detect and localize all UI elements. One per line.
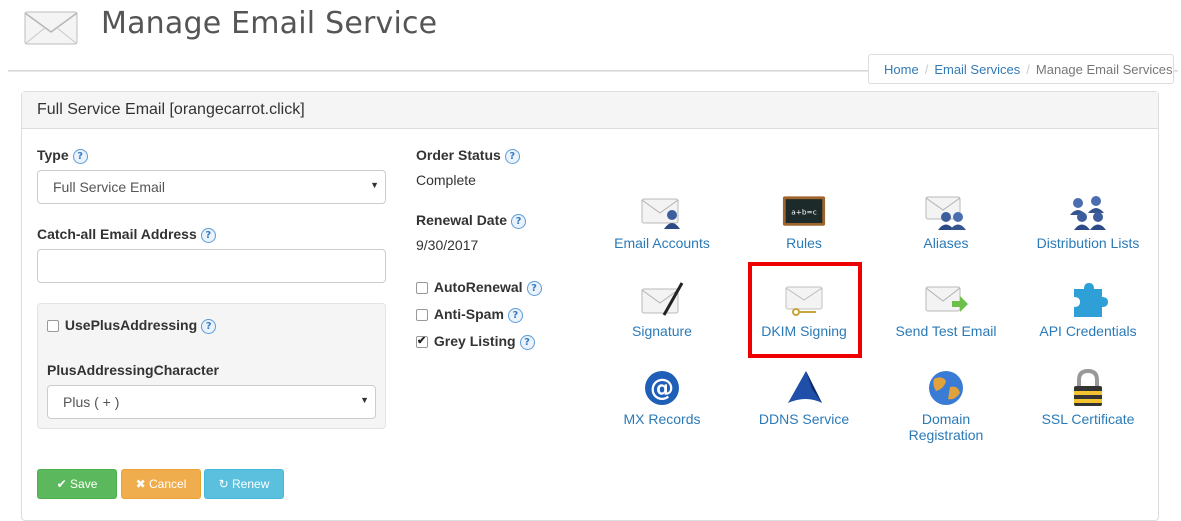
tool-mx-records[interactable]: @ MX Records xyxy=(592,369,732,427)
help-icon[interactable]: ? xyxy=(511,213,527,229)
type-select[interactable]: Full Service Email ▼ xyxy=(37,170,386,204)
help-icon[interactable]: ? xyxy=(507,307,523,323)
renewal-date-label: Renewal Date? xyxy=(416,212,527,229)
group-icon xyxy=(1070,196,1106,230)
chalkboard-icon: a+b=c xyxy=(782,196,826,226)
autorenewal-row: AutoRenewal? xyxy=(416,279,542,296)
tool-rules[interactable]: a+b=c Rules xyxy=(734,193,874,251)
autorenewal-checkbox[interactable] xyxy=(416,282,428,295)
order-status-value: Complete xyxy=(416,172,476,188)
envelope-arrow-icon xyxy=(925,286,968,312)
useplus-checkbox[interactable] xyxy=(47,320,59,333)
tool-ssl-certificate[interactable]: SSL Certificate xyxy=(1018,369,1158,427)
refresh-icon: ↻ xyxy=(218,477,229,491)
help-icon[interactable]: ? xyxy=(72,148,88,164)
svg-text:@: @ xyxy=(650,374,674,402)
tool-domain-registration[interactable]: Domain Registration xyxy=(876,369,1016,443)
email-accounts-icon xyxy=(641,198,680,229)
page-title: Manage Email Service xyxy=(101,6,438,41)
help-icon[interactable]: ? xyxy=(201,318,217,334)
renewal-date-value: 9/30/2017 xyxy=(416,237,479,253)
help-icon[interactable]: ? xyxy=(504,148,520,164)
tool-distribution-lists[interactable]: Distribution Lists xyxy=(1018,193,1158,251)
svg-text:a+b=c: a+b=c xyxy=(791,208,816,217)
help-icon[interactable]: ? xyxy=(200,227,216,243)
pluschar-label: PlusAddressingCharacter xyxy=(47,362,219,378)
envelope-icon xyxy=(24,11,78,45)
check-icon: ✔ xyxy=(56,477,67,491)
tool-signature[interactable]: Signature xyxy=(592,281,732,339)
caret-down-icon: ▼ xyxy=(370,180,379,190)
breadcrumb-email-services[interactable]: Email Services xyxy=(934,62,1020,77)
pluschar-select[interactable]: Plus ( + ) ▼ xyxy=(47,385,376,419)
tool-aliases[interactable]: Aliases xyxy=(876,193,1016,251)
panel-title: Full Service Email [orangecarrot.click] xyxy=(22,92,1158,129)
caret-down-icon: ▼ xyxy=(360,395,369,405)
ddns-logo-icon xyxy=(788,371,822,403)
help-icon[interactable]: ? xyxy=(526,280,542,296)
order-status-label: Order Status? xyxy=(416,147,520,164)
catchall-label: Catch-all Email Address? xyxy=(37,226,216,243)
close-icon: ✖ xyxy=(135,477,146,491)
dkim-highlight-box xyxy=(748,262,862,358)
antispam-row: Anti-Spam? xyxy=(416,306,523,323)
grey-listing-checkbox[interactable] xyxy=(416,334,428,349)
padlock-icon xyxy=(1074,369,1102,406)
signature-pen-icon xyxy=(641,282,684,316)
help-icon[interactable]: ? xyxy=(519,334,535,350)
tool-send-test-email[interactable]: Send Test Email xyxy=(876,281,1016,339)
breadcrumb: Home / Email Services / Manage Email Service… xyxy=(868,54,1174,84)
tool-api-credentials[interactable]: API Credentials xyxy=(1018,281,1158,339)
renew-button[interactable]: ↻ Renew xyxy=(204,469,284,499)
breadcrumb-home[interactable]: Home xyxy=(884,62,919,77)
cancel-button[interactable]: ✖ Cancel xyxy=(121,469,201,499)
tool-ddns-service[interactable]: DDNS Service xyxy=(734,369,874,427)
tool-email-accounts[interactable]: Email Accounts xyxy=(592,193,732,251)
puzzle-icon xyxy=(1074,283,1108,317)
useplus-row: UsePlusAddressing? xyxy=(47,317,217,334)
breadcrumb-current: Manage Email Services xyxy=(1035,62,1173,77)
save-button[interactable]: ✔ Save xyxy=(37,469,117,499)
antispam-checkbox[interactable] xyxy=(416,309,428,322)
type-label: Type? xyxy=(37,147,88,164)
grey-listing-row: Grey Listing? xyxy=(416,333,535,350)
globe-icon xyxy=(929,371,963,405)
catchall-input[interactable] xyxy=(37,249,386,283)
at-sign-icon: @ xyxy=(645,371,679,405)
aliases-icon xyxy=(925,196,966,230)
